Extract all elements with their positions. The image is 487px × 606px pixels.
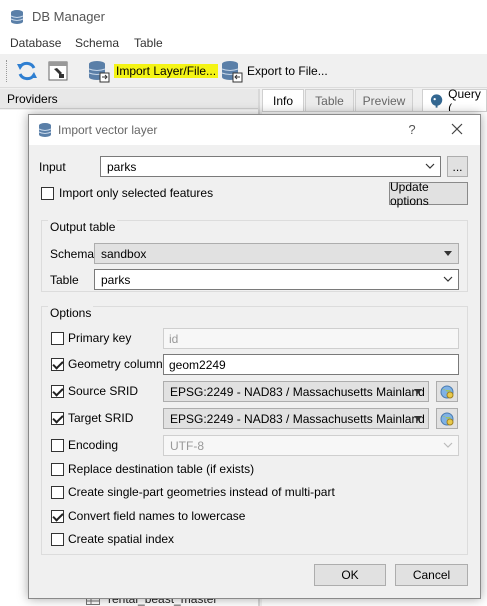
dialog-titlebar[interactable]: Import vector layer ?: [29, 115, 480, 145]
menu-schema[interactable]: Schema: [75, 36, 119, 50]
source-srid-label: Source SRID: [68, 384, 139, 398]
cancel-button[interactable]: Cancel: [395, 564, 468, 586]
target-srid-select[interactable]: EPSG:2249 - NAD83 / Massachusetts Mainla…: [163, 408, 429, 429]
postgres-icon: [430, 93, 443, 108]
menu-table[interactable]: Table: [134, 36, 163, 50]
lowercase-checkbox[interactable]: [51, 510, 64, 523]
sql-window-button[interactable]: [46, 58, 70, 84]
source-crs-picker-button[interactable]: [436, 381, 458, 402]
refresh-icon: [17, 61, 37, 81]
geometry-column-checkbox[interactable]: [51, 358, 64, 371]
update-options-button[interactable]: Update options: [389, 180, 468, 208]
import-db-icon: [88, 61, 110, 83]
dialog-title: Import vector layer: [58, 123, 158, 137]
chevron-down-icon: [425, 163, 435, 169]
menubar: Database Schema Table: [0, 34, 487, 54]
primary-key-label: Primary key: [68, 331, 132, 345]
target-srid-checkbox[interactable]: [51, 412, 64, 425]
table-value: parks: [101, 273, 131, 287]
toolbar-grip[interactable]: [6, 60, 8, 82]
tab-query[interactable]: Query (: [422, 87, 487, 115]
browse-button[interactable]: ...: [447, 156, 468, 177]
target-srid-value: EPSG:2249 - NAD83 / Massachusetts Mainla…: [170, 412, 429, 426]
lowercase-label: Convert field names to lowercase: [68, 509, 246, 523]
primary-key-checkbox[interactable]: [51, 332, 64, 345]
dialog-body: Input parks ... Import only selected fea…: [30, 146, 479, 598]
chevron-down-icon: [443, 276, 453, 282]
main-titlebar: DB Manager: [0, 0, 487, 34]
providers-header: Providers: [0, 89, 258, 109]
chevron-down-icon: [443, 442, 453, 448]
encoding-combo[interactable]: UTF-8: [163, 435, 459, 456]
encoding-value: UTF-8: [170, 439, 204, 453]
source-srid-value: EPSG:2249 - NAD83 / Massachusetts Mainla…: [170, 385, 429, 399]
table-combo[interactable]: parks: [94, 269, 459, 290]
tab-info[interactable]: Info: [262, 89, 304, 111]
input-combo[interactable]: parks: [100, 156, 441, 177]
help-button[interactable]: ?: [402, 120, 422, 140]
dropdown-arrow-icon: [414, 416, 422, 421]
options-title: Options: [48, 306, 94, 320]
sql-window-icon: [48, 61, 68, 81]
toolbar: Import Layer/File... Export to File...: [0, 54, 487, 88]
input-label: Input: [39, 160, 66, 174]
geometry-column-label: Geometry column: [68, 357, 163, 371]
ok-button[interactable]: OK: [314, 564, 386, 586]
export-db-icon: [221, 61, 243, 83]
refresh-button[interactable]: [15, 58, 39, 84]
database-icon: [10, 10, 24, 24]
spatial-index-label: Create spatial index: [68, 532, 175, 546]
table-label: Table: [50, 273, 79, 287]
crs-globe-icon: [440, 412, 454, 425]
info-tabs: Info Table Preview Query (: [262, 87, 487, 115]
encoding-label: Encoding: [68, 438, 119, 452]
schema-select[interactable]: sandbox: [94, 243, 459, 264]
export-file-button[interactable]: Export to File...: [219, 58, 328, 84]
single-part-label: Create single-part geometries instead of…: [68, 485, 335, 499]
schema-value: sandbox: [101, 247, 147, 261]
input-value: parks: [107, 160, 137, 174]
import-layer-label: Import Layer/File...: [114, 64, 219, 78]
source-srid-checkbox[interactable]: [51, 385, 64, 398]
replace-table-label: Replace destination table (if exists): [68, 462, 255, 476]
import-vector-dialog: Import vector layer ? Input parks ... Im…: [28, 114, 481, 599]
dropdown-arrow-icon: [414, 389, 422, 394]
primary-key-field[interactable]: id: [163, 328, 459, 349]
target-srid-label: Target SRID: [68, 411, 134, 425]
output-table-title: Output table: [48, 220, 118, 234]
database-icon: [38, 123, 52, 137]
import-layer-button[interactable]: Import Layer/File...: [86, 58, 219, 84]
menu-database[interactable]: Database: [10, 36, 61, 50]
window-title: DB Manager: [32, 9, 105, 24]
close-icon[interactable]: [446, 120, 468, 140]
replace-table-checkbox[interactable]: [51, 463, 64, 476]
schema-label: Schema: [50, 247, 95, 261]
crs-globe-icon: [440, 385, 454, 398]
dropdown-arrow-icon: [444, 251, 452, 256]
encoding-checkbox[interactable]: [51, 439, 64, 452]
spatial-index-checkbox[interactable]: [51, 533, 64, 546]
import-selected-checkbox[interactable]: [41, 187, 54, 200]
tab-table[interactable]: Table: [305, 89, 354, 111]
single-part-checkbox[interactable]: [51, 486, 64, 499]
export-file-label: Export to File...: [247, 64, 328, 78]
tab-preview[interactable]: Preview: [355, 89, 413, 111]
source-srid-select[interactable]: EPSG:2249 - NAD83 / Massachusetts Mainla…: [163, 381, 429, 402]
geometry-column-field[interactable]: geom2249: [163, 354, 459, 375]
target-crs-picker-button[interactable]: [436, 408, 458, 429]
import-selected-label: Import only selected features: [59, 186, 214, 200]
